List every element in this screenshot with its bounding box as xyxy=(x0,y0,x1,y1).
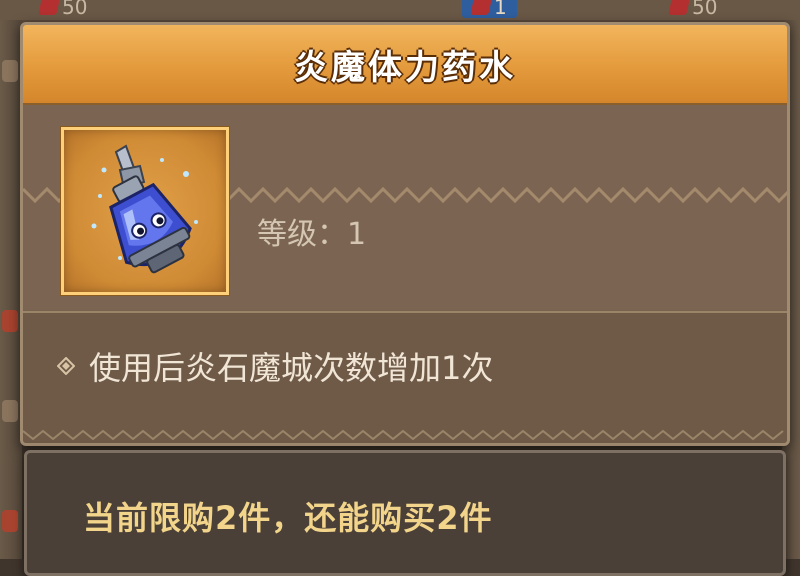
background-mark xyxy=(2,310,18,332)
bottom-ornament xyxy=(23,429,784,441)
background-mark xyxy=(2,400,18,422)
item-icon-slot[interactable] xyxy=(61,127,229,295)
red-gem-icon xyxy=(668,0,690,15)
background-mark xyxy=(2,60,18,82)
item-level-value: 1 xyxy=(347,217,367,252)
item-description-text: 使用后炎石魔城次数增加1次 xyxy=(89,349,494,387)
background-mark xyxy=(2,510,18,532)
background-resource-value: 50 xyxy=(692,0,718,19)
background-resource-bar: 50 1 50 xyxy=(0,0,800,20)
item-description: 使用后炎石魔城次数增加1次 xyxy=(57,343,493,389)
item-description-section: 使用后炎石魔城次数增加1次 xyxy=(23,313,787,443)
diamond-bullet-icon xyxy=(57,357,75,375)
background-left-panel xyxy=(0,20,22,559)
blue-potion-bottle-icon xyxy=(91,144,198,274)
item-tooltip-header: 炎魔体力药水 xyxy=(23,25,787,106)
background-resource-chip: 1 xyxy=(462,0,517,19)
item-tooltip-popup: 炎魔体力药水 等级： 1 使用后炎石魔城次数增加1次 xyxy=(20,22,790,446)
background-resource-chip: 50 xyxy=(668,0,718,19)
item-level: 等级： 1 xyxy=(257,209,366,253)
purchase-limit-panel: 当前限购2件，还能购买2件 xyxy=(24,450,786,576)
purchase-limit-text: 当前限购2件，还能购买2件 xyxy=(83,499,493,537)
item-info-section: 等级： 1 xyxy=(23,105,787,310)
background-resource-value: 1 xyxy=(494,0,507,19)
item-name-title: 炎魔体力药水 xyxy=(294,47,516,88)
background-resource-value: 50 xyxy=(62,0,88,19)
item-level-label: 等级： xyxy=(257,217,347,252)
red-gem-icon xyxy=(38,0,60,15)
red-gem-icon xyxy=(470,0,492,15)
background-resource-chip: 50 xyxy=(38,0,88,19)
